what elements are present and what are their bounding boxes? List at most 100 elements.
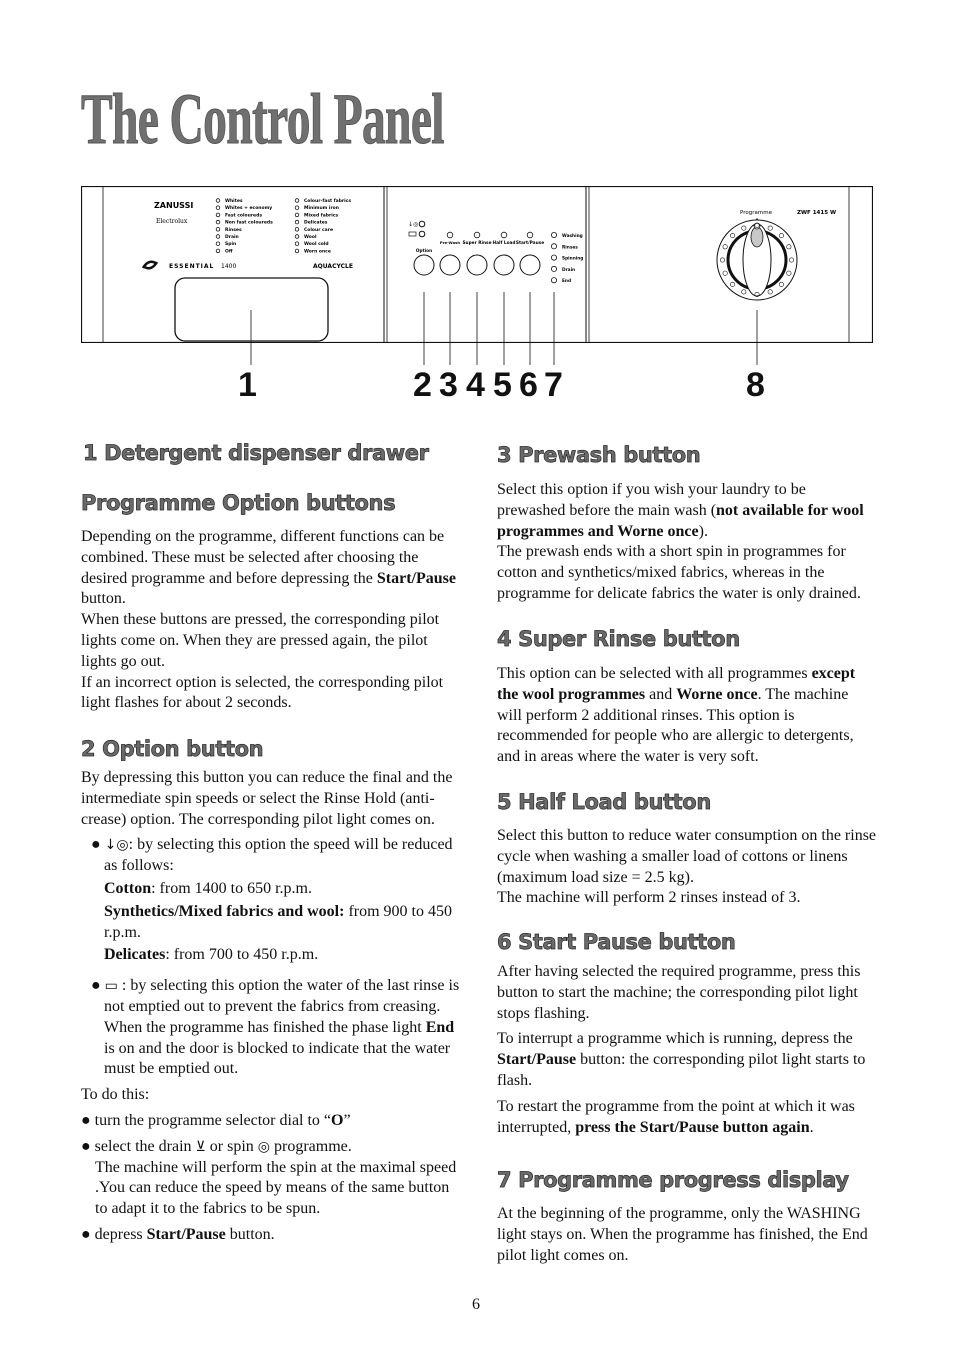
paragraph: After having selected the required progr…: [497, 962, 877, 1024]
programme-label-left: Whites: [225, 198, 243, 204]
programme-label-right: Wool cold: [304, 241, 329, 247]
to-do-label: To do this:: [81, 1086, 150, 1104]
reduced-spin-icon: ↓◎: [104, 837, 129, 854]
text-run: : by selecting this option the speed wil…: [104, 836, 453, 875]
paragraph: To interrupt a programme which is runnin…: [497, 1029, 877, 1091]
aquacycle-label: AQUACYCLE: [313, 263, 353, 270]
text-run: and: [645, 685, 677, 703]
bold-text: Start/Pause: [376, 569, 456, 587]
text-run: The prewash ends with a short spin in pr…: [497, 543, 861, 602]
bullet-reduced-spin: ● ↓◎: by selecting this option the speed…: [91, 836, 453, 875]
heading-option-button: 2 Option button: [81, 737, 264, 762]
heading-progress-display: 7 Programme progress display: [497, 1168, 850, 1193]
rinse-hold-icon: ▭: [104, 978, 118, 995]
programme-label-left: Drain: [225, 234, 239, 240]
brand-logo: ZANUSSI: [154, 201, 193, 210]
text-run: select the drain: [94, 1137, 196, 1155]
text-run: When these buttons are pressed, the corr…: [81, 611, 440, 670]
button-label-option: Option: [416, 248, 432, 254]
text-run: ).: [698, 522, 708, 540]
control-panel-diagram: ZANUSSI Electrolux ESSENTIAL 1400 AQUACY…: [81, 186, 873, 343]
paragraph: The machine will perform 2 rinses instea…: [497, 888, 877, 909]
spin-icon: ◎: [257, 1138, 270, 1155]
bold-text: End: [425, 1018, 455, 1036]
callout-1: 1: [238, 366, 257, 404]
programme-label-right: Colour care: [304, 227, 333, 233]
callout-8: 8: [746, 366, 765, 404]
paragraph: To restart the programme from the point …: [497, 1097, 877, 1139]
programme-label-left: Fast coloureds: [225, 212, 262, 218]
text-run: The machine will perform 2 rinses instea…: [497, 889, 801, 907]
page-number: 6: [472, 1296, 480, 1313]
text-run: .: [809, 1118, 814, 1136]
programme-label-left: Rinses: [225, 227, 242, 233]
sub-brand-logo: Electrolux: [156, 218, 188, 225]
heading-half-load: 5 Half Load button: [497, 790, 712, 815]
paragraph: The prewash ends with a short spin in pr…: [497, 542, 877, 604]
bullet-rinse-hold: ● ▭ : by selecting this option the water…: [91, 977, 460, 1078]
button-label-super-rinse: Super Rinse: [462, 240, 491, 246]
text-run: programme.: [269, 1137, 352, 1155]
section-progress-display: At the beginning of the programme, only …: [497, 1204, 877, 1266]
heading-super-rinse: 4 Super Rinse button: [497, 627, 741, 652]
bold-text: Cotton: [104, 879, 152, 897]
callout-6: 6: [519, 366, 538, 404]
bold-text: Synthetics/Mixed fabrics and wool:: [104, 902, 345, 920]
paragraph: Select this button to reduce water consu…: [497, 826, 877, 888]
programme-label-right: Delicates: [304, 220, 328, 226]
text-run: Select this button to reduce water consu…: [497, 827, 877, 886]
programme-label-left: Off: [225, 248, 233, 254]
programme-label-right: Colour-fast fabrics: [304, 198, 351, 204]
callout-3: 3: [439, 366, 458, 404]
programme-label-right: Minimum iron: [304, 205, 339, 211]
reduced-spin-icon: ↓◎: [408, 221, 418, 228]
text-run: : from 1400 to 650 r.p.m.: [151, 879, 312, 897]
model-label: ZWF 1415 W: [797, 210, 836, 216]
heading-option-buttons: Programme Option buttons: [81, 491, 396, 516]
phase-label: Rinses: [562, 244, 578, 250]
paragraph: Cotton: from 1400 to 650 r.p.m.: [81, 879, 461, 900]
paragraph: If an incorrect option is selected, the …: [81, 673, 461, 715]
section-option-buttons: Depending on the programme, different fu…: [81, 527, 461, 714]
paragraph: At the beginning of the programme, only …: [497, 1204, 877, 1266]
dial-pointer: [750, 226, 764, 248]
text-run: By depressing this button you can reduce…: [81, 769, 453, 828]
bold-text: O: [331, 1111, 344, 1129]
section-start-pause: After having selected the required progr…: [497, 962, 877, 1138]
phase-label: Washing: [562, 233, 583, 239]
phase-label: End: [562, 278, 571, 284]
dial-label: Programme: [740, 210, 773, 216]
programme-label-left: Whites + economy: [225, 205, 272, 211]
programme-label-right: Worn once: [304, 248, 331, 254]
speed-label: 1400: [221, 263, 236, 270]
detergent-drawer[interactable]: [174, 277, 329, 342]
text-run: At the beginning of the programme, only …: [497, 1205, 868, 1264]
callout-4: 4: [466, 366, 485, 404]
bold-text: press the Start/Pause button again: [575, 1118, 810, 1136]
series-label: ESSENTIAL: [169, 263, 214, 270]
phase-label: Drain: [562, 267, 575, 273]
programme-label-left: Spin: [225, 241, 236, 247]
text-run: : from 700 to 450 r.p.m.: [165, 946, 319, 964]
paragraph: This option can be selected with all pro…: [497, 664, 877, 768]
paragraph: By depressing this button you can reduce…: [81, 768, 461, 830]
button-label-pre-wash: Pre-Wash: [440, 240, 461, 245]
bold-text: Start/Pause: [146, 1225, 226, 1243]
text-run: turn the programme selector dial to “: [94, 1111, 332, 1129]
callout-7: 7: [544, 366, 563, 404]
heading-prewash: 3 Prewash button: [497, 443, 701, 468]
programme-label-right: Wool: [304, 234, 317, 240]
callout-5: 5: [493, 366, 512, 404]
step-2-note: The machine will perform the spin at the…: [95, 1158, 457, 1218]
text-run: : by selecting this option the water of …: [104, 977, 460, 1036]
text-run: or spin: [205, 1137, 258, 1155]
bold-text: Worne once: [676, 685, 758, 703]
heading-start-pause: 6 Start Pause button: [497, 930, 737, 955]
section-option-button: By depressing this button you can reduce…: [81, 768, 461, 1246]
step-1: ● turn the programme selector dial to “O…: [81, 1111, 351, 1129]
programme-label-right: Mixed fabrics: [304, 212, 338, 218]
callout-2: 2: [413, 366, 432, 404]
text-run: button.: [225, 1225, 275, 1243]
text-run: ”: [343, 1111, 351, 1129]
text-run: depress: [94, 1225, 147, 1243]
